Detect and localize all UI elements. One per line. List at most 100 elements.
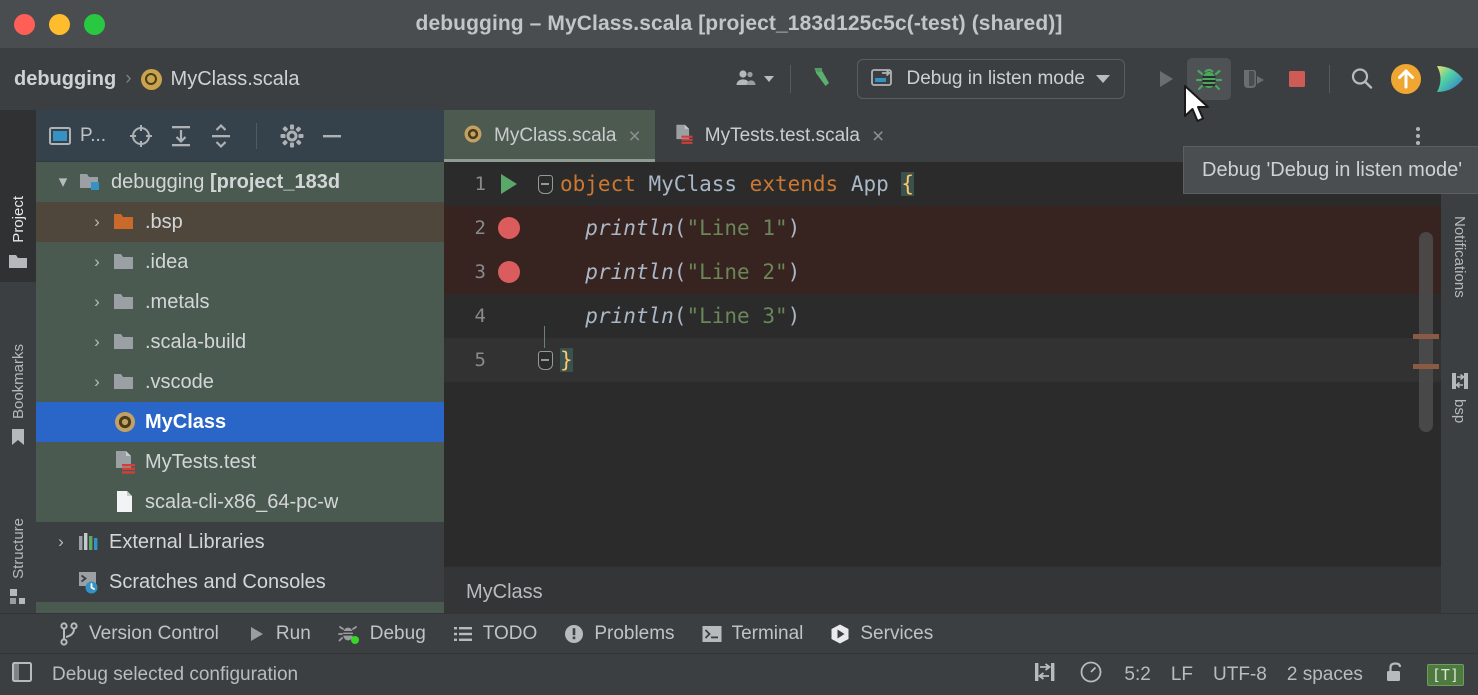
update-project-button[interactable] xyxy=(1384,58,1428,100)
run-with-coverage-button[interactable] xyxy=(1231,58,1275,100)
chevron-right-icon[interactable]: › xyxy=(84,292,110,312)
window-title: debugging – MyClass.scala [project_183d1… xyxy=(415,12,1063,35)
code-editor[interactable]: 1 object MyClass extends App { 2 println… xyxy=(444,162,1441,618)
fold-open-icon[interactable] xyxy=(532,174,558,194)
ai-gradient-icon xyxy=(1437,66,1463,92)
expand-all-icon[interactable] xyxy=(168,123,194,149)
scrollbar-thumb[interactable] xyxy=(1419,232,1433,432)
toggle-toolwindows-icon[interactable] xyxy=(10,659,36,690)
close-icon[interactable]: × xyxy=(626,126,640,147)
sidebar-item-project[interactable]: Project xyxy=(0,110,36,282)
status-bar: Debug selected configuration 5:2 LF UTF-… xyxy=(0,653,1478,695)
ai-assistant-button[interactable] xyxy=(1428,58,1472,100)
tree-row-myclass[interactable]: MyClass xyxy=(36,402,444,442)
hide-minus-icon[interactable] xyxy=(319,123,345,149)
line-number: 3 xyxy=(474,261,486,283)
mouse-cursor xyxy=(1184,85,1209,122)
editor-breadcrumb[interactable]: MyClass xyxy=(466,581,543,604)
folder-icon xyxy=(110,370,140,394)
chevron-right-icon[interactable]: › xyxy=(84,372,110,392)
typo-badge[interactable]: [T] xyxy=(1426,663,1464,686)
breadcrumb-file[interactable]: MyClass.scala xyxy=(171,68,300,91)
tree-row-external-libraries[interactable]: › External Libraries xyxy=(36,522,444,562)
user-icon xyxy=(736,70,755,85)
sidebar-item-bsp[interactable]: bsp xyxy=(1441,360,1478,490)
run-configuration-selector[interactable]: Debug in listen mode xyxy=(856,59,1125,99)
breadcrumb[interactable]: debugging › MyClass.scala xyxy=(14,68,299,91)
toolwindow-run[interactable]: Run xyxy=(245,623,311,645)
folder-orange-icon xyxy=(110,210,140,234)
line-separator[interactable]: LF xyxy=(1171,664,1193,686)
account-button[interactable] xyxy=(728,58,780,100)
tree-row-scala-cli[interactable]: scala-cli-x86_64-pc-w xyxy=(36,482,444,522)
toolwindow-label: Run xyxy=(275,622,311,644)
tree-row-vscode[interactable]: › .vscode xyxy=(36,362,444,402)
tree-row-label: .scala-build xyxy=(145,330,247,353)
list-icon xyxy=(453,626,472,641)
code-line-2[interactable]: 2 println("Line 1") xyxy=(444,206,1441,250)
breakpoint-icon[interactable] xyxy=(486,261,532,283)
toolwindow-version-control[interactable]: Version Control xyxy=(58,621,219,646)
play-icon xyxy=(250,626,263,641)
clock-icon[interactable] xyxy=(1078,659,1104,690)
toolwindow-problems[interactable]: Problems xyxy=(563,623,675,645)
editor-scrollbar[interactable] xyxy=(1413,222,1439,562)
chevron-right-icon[interactable]: › xyxy=(84,212,110,232)
branch-icon xyxy=(60,621,78,646)
debug-button-tooltip: Debug 'Debug in listen mode' xyxy=(1183,146,1478,194)
run-configuration-label: Debug in listen mode xyxy=(906,68,1086,89)
line-number: 2 xyxy=(474,217,486,239)
chevron-right-icon[interactable]: › xyxy=(84,252,110,272)
toolwindow-terminal[interactable]: Terminal xyxy=(701,623,803,645)
file-encoding[interactable]: UTF-8 xyxy=(1213,664,1267,686)
toolbar-divider-1 xyxy=(789,65,791,93)
sidebar-item-structure[interactable]: Structure xyxy=(0,458,36,618)
bsp-reload-icon[interactable] xyxy=(1032,659,1058,690)
chevron-right-icon[interactable]: › xyxy=(84,332,110,352)
scala-object-icon xyxy=(140,68,162,90)
search-everywhere-button[interactable] xyxy=(1340,58,1384,100)
sidebar-item-bookmarks[interactable]: Bookmarks xyxy=(0,282,36,458)
project-panel-title[interactable]: P... xyxy=(48,125,106,147)
breadcrumb-project[interactable]: debugging xyxy=(14,68,116,91)
folder-icon xyxy=(9,255,27,268)
code-line-3[interactable]: 3 println("Line 2") xyxy=(444,250,1441,294)
editor-breadcrumb-bar[interactable]: MyClass xyxy=(444,566,1441,618)
tree-row-bsp[interactable]: › .bsp xyxy=(36,202,444,242)
code-line-5[interactable]: 5 } xyxy=(444,325,1441,382)
project-panel-actions xyxy=(128,122,345,149)
code-line-4[interactable]: 4 println("Line 3") xyxy=(444,294,1441,338)
tree-row-metals[interactable]: › .metals xyxy=(36,282,444,322)
build-project-button[interactable] xyxy=(801,58,845,100)
tab-myclass-scala[interactable]: MyClass.scala × xyxy=(444,110,655,162)
toolwindow-todo[interactable]: TODO xyxy=(452,623,537,645)
chevron-down-icon[interactable]: ▾ xyxy=(50,172,76,192)
main-toolbar: debugging › MyClass.scala Debug in liste… xyxy=(0,48,1478,110)
chevron-right-icon[interactable]: › xyxy=(48,532,74,552)
settings-gear-icon[interactable] xyxy=(279,123,305,149)
run-button[interactable] xyxy=(1143,58,1187,100)
tree-row-scala-build[interactable]: › .scala-build xyxy=(36,322,444,362)
toolwindow-services[interactable]: Services xyxy=(829,623,933,645)
collapse-all-icon[interactable] xyxy=(208,123,234,149)
chevron-down-icon[interactable] xyxy=(1096,75,1110,83)
tree-row-label: External Libraries xyxy=(109,530,265,553)
stop-button[interactable] xyxy=(1275,58,1319,100)
close-icon[interactable]: × xyxy=(870,126,884,147)
toolwindow-debug[interactable]: Debug xyxy=(337,622,426,646)
unlocked-icon[interactable] xyxy=(1383,659,1407,690)
tree-row-idea[interactable]: › .idea xyxy=(36,242,444,282)
tab-mytests-test-scala[interactable]: MyTests.test.scala × xyxy=(655,110,898,162)
tree-row-debugging[interactable]: ▾ debugging [project_183d xyxy=(36,162,444,202)
project-tree[interactable]: ▾ debugging [project_183d › .bsp › .idea… xyxy=(36,162,444,618)
scala-object-icon xyxy=(110,409,140,435)
breakpoint-icon[interactable] xyxy=(486,217,532,239)
tree-row-mytests[interactable]: MyTests.test xyxy=(36,442,444,482)
fold-close-icon[interactable] xyxy=(532,325,558,370)
panel-header-divider xyxy=(256,122,258,149)
indent-setting[interactable]: 2 spaces xyxy=(1287,664,1363,686)
caret-position[interactable]: 5:2 xyxy=(1124,664,1150,686)
tree-row-scratches[interactable]: Scratches and Consoles xyxy=(36,562,444,602)
run-gutter-icon[interactable] xyxy=(486,174,532,194)
select-opened-file-icon[interactable] xyxy=(128,123,154,149)
